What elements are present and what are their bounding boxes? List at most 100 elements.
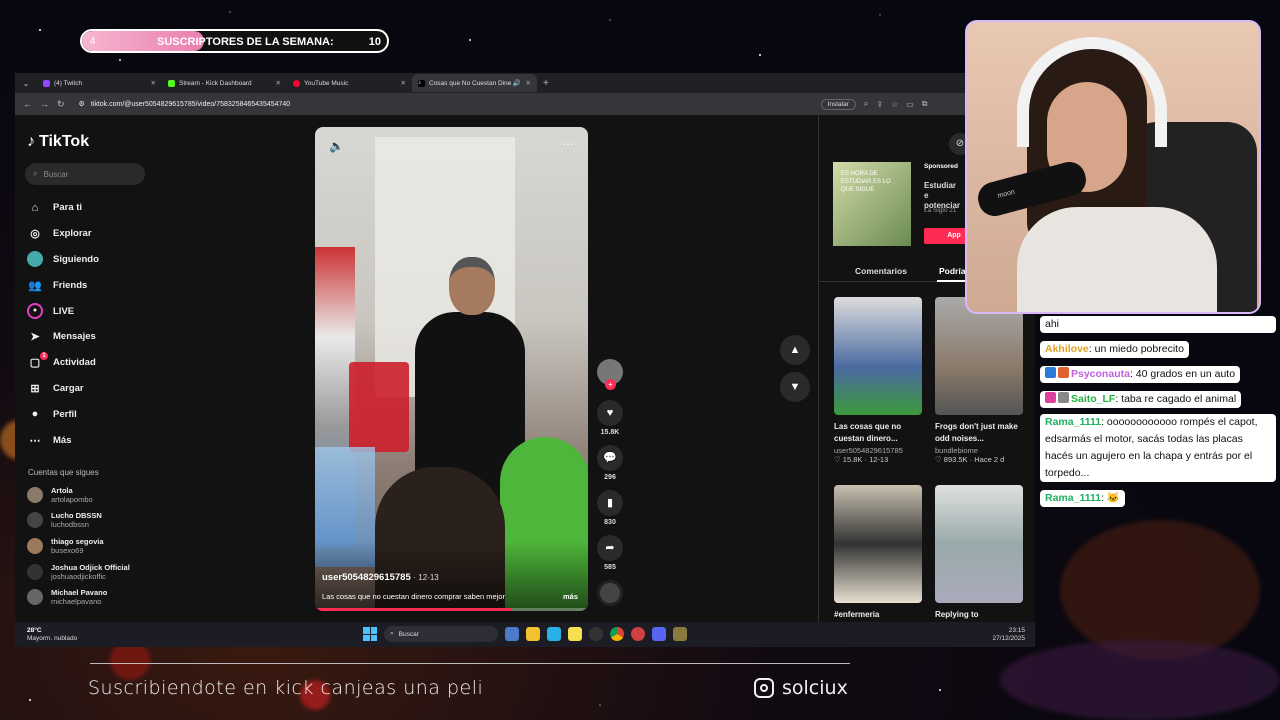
tab-comentarios[interactable]: Comentarios xyxy=(855,266,907,276)
chevron-up-icon: ▲ xyxy=(789,344,801,356)
tab-audio-icon[interactable]: 🔊 xyxy=(513,79,521,87)
bookmark-star-icon[interactable]: ☆ xyxy=(891,100,898,109)
following-account[interactable]: thiago segovia busexo69 xyxy=(27,533,130,559)
forward-arrow-icon[interactable]: → xyxy=(40,99,49,109)
following-account[interactable]: Michael Pavano michaelpavano xyxy=(27,584,130,610)
app-icon[interactable] xyxy=(631,627,645,641)
discord-icon[interactable] xyxy=(652,627,666,641)
install-app-button[interactable]: Instalar xyxy=(820,98,856,110)
sidebar-item-actividad[interactable]: ▢ 1 Actividad xyxy=(27,350,99,376)
sidebar-item-cargar[interactable]: ⊞ Cargar xyxy=(27,376,99,402)
account-handle: joshuaodjickoffic xyxy=(51,571,106,581)
reload-icon[interactable]: ↻ xyxy=(57,99,65,110)
following-account[interactable]: Artola artolapombo xyxy=(27,482,130,508)
sidebar-item-explorar[interactable]: ◎ Explorar xyxy=(27,221,99,247)
video-card-meta: ♡ 15.8K · 12-13 xyxy=(834,455,889,464)
following-accounts-list: Artola artolapombo Lucho DBSSN luchodbssn … xyxy=(27,482,130,610)
tab-tiktok[interactable]: ♪ Cosas que No Cuestan Dine 🔊 ✕ xyxy=(412,74,537,92)
music-disc-icon[interactable] xyxy=(597,580,623,606)
tab-twitch[interactable]: (4) Twitch ✕ xyxy=(37,74,162,92)
microphone-brand: moon xyxy=(996,188,1016,200)
avatar xyxy=(27,563,43,580)
follow-plus-icon[interactable]: + xyxy=(605,379,616,390)
url-field[interactable]: ⚙ tiktok.com/@user5054829615785/video/75… xyxy=(73,96,813,112)
author-avatar[interactable]: + xyxy=(597,359,623,390)
tiktok-wordmark: TikTok xyxy=(39,133,90,150)
extensions-icon[interactable]: ⧉ xyxy=(922,99,928,109)
following-account[interactable]: Lucho DBSSN luchodbssn xyxy=(27,508,130,534)
video-card[interactable]: Las cosas que no cuestan dinero... user5… xyxy=(834,297,922,464)
video-card[interactable]: #enfermeria xyxy=(834,485,922,621)
close-tab-icon[interactable]: ✕ xyxy=(401,79,406,87)
video-card-title: Replying to xyxy=(935,610,979,619)
sidebar-item-siguiendo[interactable]: Siguiendo xyxy=(27,247,99,273)
stream-chat: ahi Akhilove: un miedo pobrecito Psycona… xyxy=(1040,316,1280,513)
site-info-icon[interactable]: ⚙ xyxy=(79,100,85,108)
taskbar-search[interactable]: ⌕ Buscar xyxy=(384,626,498,642)
following-account[interactable]: Joshua Odjick Official joshuaodjickoffic xyxy=(27,559,130,585)
more-options-icon[interactable]: ⋯ xyxy=(562,137,574,151)
share-action: ➦ 585 xyxy=(597,535,623,571)
tab-youtube-music[interactable]: YouTube Music ✕ xyxy=(287,74,412,92)
sidebar-menu: ⌂ Para ti ◎ Explorar Siguiendo 👥 Friends ● L… xyxy=(27,195,99,453)
sidebar-item-friends[interactable]: 👥 Friends xyxy=(27,272,99,298)
zoom-icon[interactable]: ⌕ xyxy=(864,99,868,109)
tab-label: (4) Twitch xyxy=(54,79,83,87)
account-handle: busexo69 xyxy=(51,545,84,555)
video-progress-bar[interactable] xyxy=(315,608,588,611)
chat-user: Psyconauta xyxy=(1071,368,1130,380)
video-player[interactable]: 🔈 ⋯ user5054829615785 · 12-13 Las cosas … xyxy=(315,127,588,611)
widgets-icon[interactable] xyxy=(505,627,519,641)
search-input[interactable]: ⌕ Buscar xyxy=(25,163,145,185)
next-video-button[interactable]: ▼ xyxy=(780,372,810,402)
ad-thumbnail[interactable]: ES HORA DE ESTUDIAR ES LO QUE SIGUE xyxy=(833,162,911,246)
volume-icon[interactable]: 🔈 xyxy=(329,139,344,153)
kick-favicon-icon xyxy=(168,79,175,87)
tab-podria-gustarte[interactable]: Podría xyxy=(939,266,965,276)
video-card[interactable]: Frogs don't just make odd noises... bund… xyxy=(935,297,1023,464)
reading-mode-icon[interactable]: ▭ xyxy=(906,100,914,109)
account-name: Artola xyxy=(51,485,73,495)
tab-list-button[interactable]: ⌄ xyxy=(15,79,37,88)
comment-icon[interactable]: 💬 xyxy=(597,445,623,471)
sticky-notes-icon[interactable] xyxy=(568,627,582,641)
author-avatar-action: + xyxy=(597,359,623,391)
heart-icon[interactable]: ♥ xyxy=(597,400,623,426)
share-arrow-icon[interactable]: ➦ xyxy=(597,535,623,561)
previous-video-button[interactable]: ▲ xyxy=(780,335,810,365)
sidebar-item-live[interactable]: ● LIVE xyxy=(27,298,99,324)
new-tab-button[interactable]: + xyxy=(537,78,549,89)
live-icon: ● xyxy=(27,303,43,320)
video-card[interactable]: Replying to xyxy=(935,485,1023,621)
tiktok-logo[interactable]: ♪ TikTok xyxy=(27,133,89,151)
chat-message: Psyconauta: 40 grados en un auto xyxy=(1040,366,1241,383)
windows-start-icon[interactable] xyxy=(363,627,377,641)
taskbar-apps: ⌕ Buscar xyxy=(363,626,687,642)
video-author[interactable]: user5054829615785 · 12-13 xyxy=(322,572,439,583)
share-icon[interactable]: ⇪ xyxy=(876,100,883,109)
file-explorer-icon[interactable] xyxy=(526,627,540,641)
back-arrow-icon[interactable]: ← xyxy=(23,99,32,109)
close-tab-icon[interactable]: ✕ xyxy=(526,79,531,87)
close-tab-icon[interactable]: ✕ xyxy=(151,79,156,87)
tab-kick-dashboard[interactable]: Stream - Kick Dashboard ✕ xyxy=(162,74,287,92)
caption-more-link[interactable]: más xyxy=(563,592,578,601)
system-clock[interactable]: 23:15 27/12/2025 xyxy=(992,627,1025,643)
photos-icon[interactable] xyxy=(547,627,561,641)
app-icon[interactable] xyxy=(673,627,687,641)
chrome-icon[interactable] xyxy=(610,627,624,641)
sidebar-item-perfil[interactable]: ● Perfil xyxy=(27,401,99,427)
sidebar-item-mas[interactable]: ⋯ Más xyxy=(27,427,99,453)
account-name: thiago segovia xyxy=(51,536,104,546)
sidebar-item-para-ti[interactable]: ⌂ Para ti xyxy=(27,195,99,221)
obs-icon[interactable] xyxy=(589,627,603,641)
video-card-title: Frogs don't just make odd noises... xyxy=(935,422,1018,443)
profile-icon: ● xyxy=(31,408,39,421)
bookmark-icon[interactable]: ▮ xyxy=(597,490,623,516)
weather-widget[interactable]: 28°C Mayorm. nublado xyxy=(27,627,77,643)
subscriber-goal-bar: 4 SUSCRIPTORES DE LA SEMANA: 10 xyxy=(80,29,389,53)
save-action: ▮ 830 xyxy=(597,490,623,526)
close-tab-icon[interactable]: ✕ xyxy=(276,79,281,87)
chat-text: : un miedo pobrecito xyxy=(1088,343,1184,355)
sidebar-item-mensajes[interactable]: ➤ Mensajes xyxy=(27,324,99,350)
